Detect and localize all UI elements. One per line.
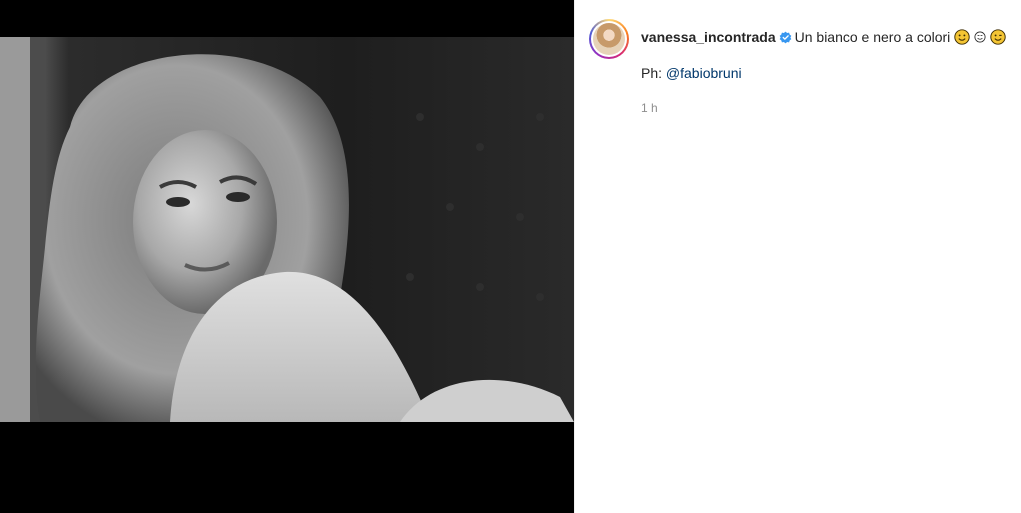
photographer-mention-link[interactable]: @fabiobruni bbox=[666, 65, 742, 81]
caption-row: vanessa_incontrada Un bianco e nero a col… bbox=[589, 19, 1011, 117]
author-avatar[interactable] bbox=[589, 19, 629, 59]
profile-photo bbox=[593, 23, 625, 55]
post-media-pane bbox=[0, 0, 574, 513]
post-dialog: vanessa_incontrada Un bianco e nero a col… bbox=[0, 0, 1021, 513]
post-details-pane: vanessa_incontrada Un bianco e nero a col… bbox=[574, 0, 1021, 513]
caption-text: Un bianco e nero a colori bbox=[794, 29, 951, 45]
photo-credit: Ph: @fabiobruni bbox=[641, 64, 1006, 82]
caption-body: vanessa_incontrada Un bianco e nero a col… bbox=[641, 19, 1006, 117]
caption-line: vanessa_incontrada Un bianco e nero a col… bbox=[641, 28, 1006, 46]
post-photo[interactable] bbox=[0, 37, 574, 422]
winking-face-emoji-icon bbox=[990, 29, 1006, 45]
post-timestamp[interactable]: 1 h bbox=[641, 99, 1006, 117]
relaxed-face-emoji-icon bbox=[974, 31, 986, 43]
author-username[interactable]: vanessa_incontrada bbox=[641, 29, 776, 45]
verified-badge-icon bbox=[779, 31, 791, 44]
credit-prefix: Ph: bbox=[641, 65, 663, 81]
photo-illustration bbox=[0, 37, 574, 422]
smiling-face-emoji-icon bbox=[954, 29, 970, 45]
